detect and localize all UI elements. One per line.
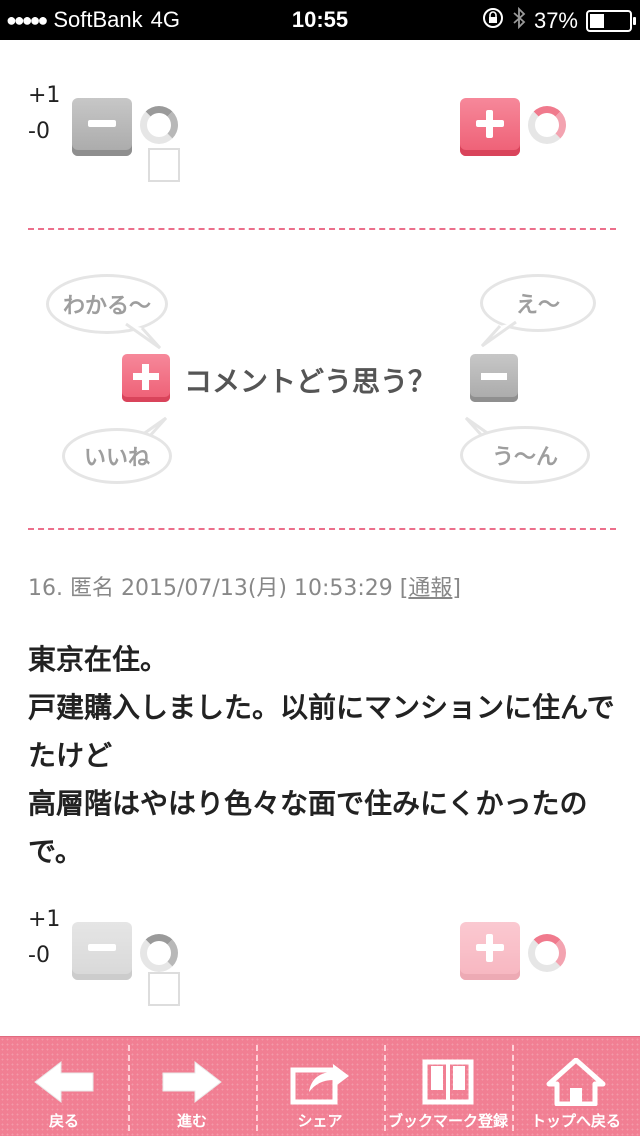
battery-percent: 37% [533,8,578,33]
minus-icon [88,944,116,951]
bubble-tail-icon [125,322,162,350]
share-icon [290,1064,349,1105]
reaction-bubble-uun[interactable]: う〜ん [460,426,590,484]
vote-row-bottom: +1 -0 [0,902,640,1012]
arrow-right-icon [162,1060,222,1104]
battery-icon [586,10,636,32]
share-button[interactable]: シェア [256,1037,384,1136]
comment-prompt-text: コメントどう思う？ [184,365,437,398]
plus-count: +1 [28,907,61,932]
bubble-tail-icon [480,320,517,348]
report-link[interactable]: 通報 [408,576,452,601]
back-label: 戻る [48,1112,79,1130]
reaction-label-wakaru: わかる〜 [62,294,151,319]
home-icon [546,1058,606,1106]
status-right: 37% [482,6,636,35]
minus-loading-spinner-icon [140,106,178,144]
comment-line: 東京在住。 [28,643,169,676]
minus-count: -0 [28,943,50,968]
back-button[interactable]: 戻る [0,1037,128,1136]
comment-number: 16. [28,576,63,601]
minus-loading-spinner-icon [140,934,178,972]
share-label: シェア [297,1112,343,1130]
reaction-bubble-iine[interactable]: いいね [62,428,172,484]
comment-line: 高層階はやはり色々な面で住みにくかったので。 [28,787,588,868]
comment-line: 戸建購入しました。以前にマンションに住んでたけど [28,691,615,772]
dashed-divider [28,228,616,230]
comment-meta: 16. 匿名 2015/07/13(月) 10:53:29 [通報] [28,576,461,601]
minus-checkbox[interactable] [148,972,180,1006]
bottom-toolbar: 戻る 進む シェア ブックマーク登録 トップへ戻る [0,1036,640,1136]
bookmark-label: ブックマーク登録 [387,1112,508,1130]
reaction-label-iine: いいね [83,446,150,471]
comment-plus-button[interactable] [122,354,170,402]
dashed-divider [28,528,616,530]
status-bar: ●●●●● SoftBank 4G 10:55 37% [0,0,640,40]
rotation-lock-icon [482,7,504,35]
forward-label: 進む [176,1112,207,1130]
comment-reaction-prompt: コメントどう思う？ [122,354,522,408]
top-button[interactable]: トップへ戻る [512,1037,640,1136]
arrow-left-icon [34,1060,94,1104]
bookmark-button[interactable]: ブックマーク登録 [384,1037,512,1136]
minus-count: -0 [28,119,50,144]
book-icon [422,1059,474,1105]
vote-counts: +1 -0 [28,902,60,974]
plus-vote-button[interactable] [460,98,520,156]
reaction-label-ee: え〜 [515,293,560,318]
vote-counts: +1 -0 [28,78,60,150]
plus-loading-spinner-icon [528,934,566,972]
plus-loading-spinner-icon [528,106,566,144]
comment-minus-button[interactable] [470,354,518,402]
reaction-label-uun: う〜ん [491,445,558,470]
minus-checkbox[interactable] [148,148,180,182]
comment-author: 匿名 [70,576,115,601]
minus-vote-button[interactable] [72,98,132,156]
minus-vote-button[interactable] [72,922,132,980]
plus-vote-button[interactable] [460,922,520,980]
bluetooth-icon [512,6,526,35]
forward-button[interactable]: 進む [128,1037,256,1136]
battery-fill [590,14,605,28]
vote-row-top: +1 -0 [0,78,640,188]
comment-body: 東京在住。 戸建購入しました。以前にマンションに住んでたけど 高層階はやはり色々… [28,636,618,876]
top-label: トップへ戻る [530,1112,621,1130]
comment-timestamp: 2015/07/13(月) 10:53:29 [121,576,393,601]
plus-count: +1 [28,83,61,108]
minus-icon [88,120,116,127]
